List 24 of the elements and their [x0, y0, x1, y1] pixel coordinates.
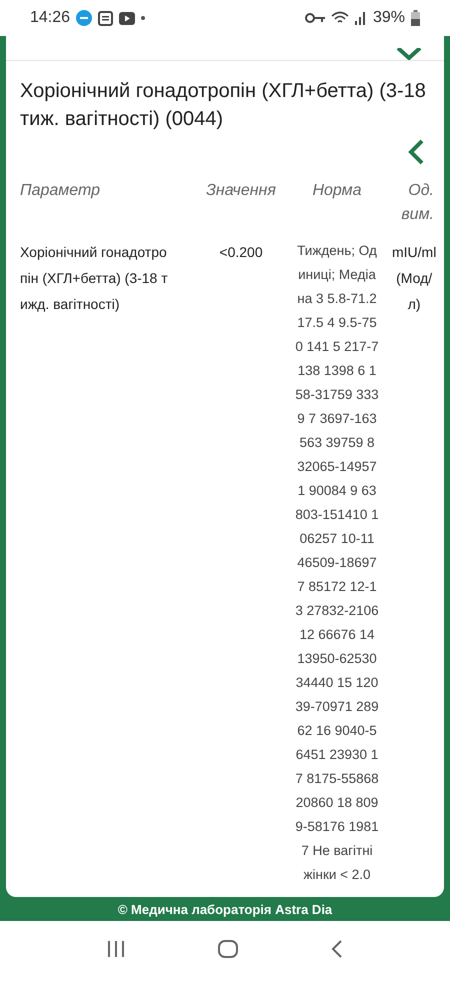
- table-cell-text: <0.200: [218, 243, 264, 262]
- back-icon[interactable]: [331, 940, 344, 958]
- signal-icon: [354, 11, 367, 25]
- status-time: 14:26: [30, 9, 70, 27]
- table-cell-text: mIU/ml (Мод/ л): [392, 243, 436, 314]
- news-icon: [98, 10, 114, 26]
- test-title: Хоріонічний гонадотропін (ХГЛ+бетта) (3-18 тиж. вагітності) (0044): [19, 79, 427, 132]
- column-header: Норма: [311, 181, 363, 201]
- chevron-left-icon[interactable]: [408, 139, 424, 165]
- footer-copyright: © Медична лабораторія Astra Dia: [118, 902, 332, 916]
- video-icon: [119, 12, 136, 24]
- column-header: Параметр: [20, 181, 102, 201]
- wifi-icon: [330, 11, 349, 25]
- column-header: Значення: [205, 181, 277, 201]
- column-header: Од. вим.: [400, 181, 434, 225]
- chevron-down-icon[interactable]: [396, 48, 422, 60]
- key-icon: [304, 13, 325, 23]
- recent-apps-icon[interactable]: [106, 940, 125, 956]
- battery-icon: [411, 10, 420, 26]
- home-icon[interactable]: [218, 940, 238, 958]
- battery-level: 39%: [372, 9, 405, 27]
- table-cell-text: Тиждень; Од иниці; Медіа на 3 5.8-71.2 17.5 4 9.5-75 0 141 5 217-7 138 1398 6 1 58-31759 333 9 7 3697-163 563 39759 8 32065-14957 1 90084 9 63 803-151410 1 06257 10-11 46509-18697 7 85172 12-1 3 27832-2106 12 66676 14 13950-62530 34440 15 120 39-70971 289 62 16 9040-5 6451 23930 1 7 8175-55868 20860 18 809 9-58176 1981 7 Не вагітні жінки < 2.0: [294, 242, 380, 884]
- table-cell-text: Хоріонічний гонадотро пін (ХГЛ+бетта) (3-18 т ижд. вагітності): [20, 243, 169, 314]
- dot-icon: [141, 16, 146, 20]
